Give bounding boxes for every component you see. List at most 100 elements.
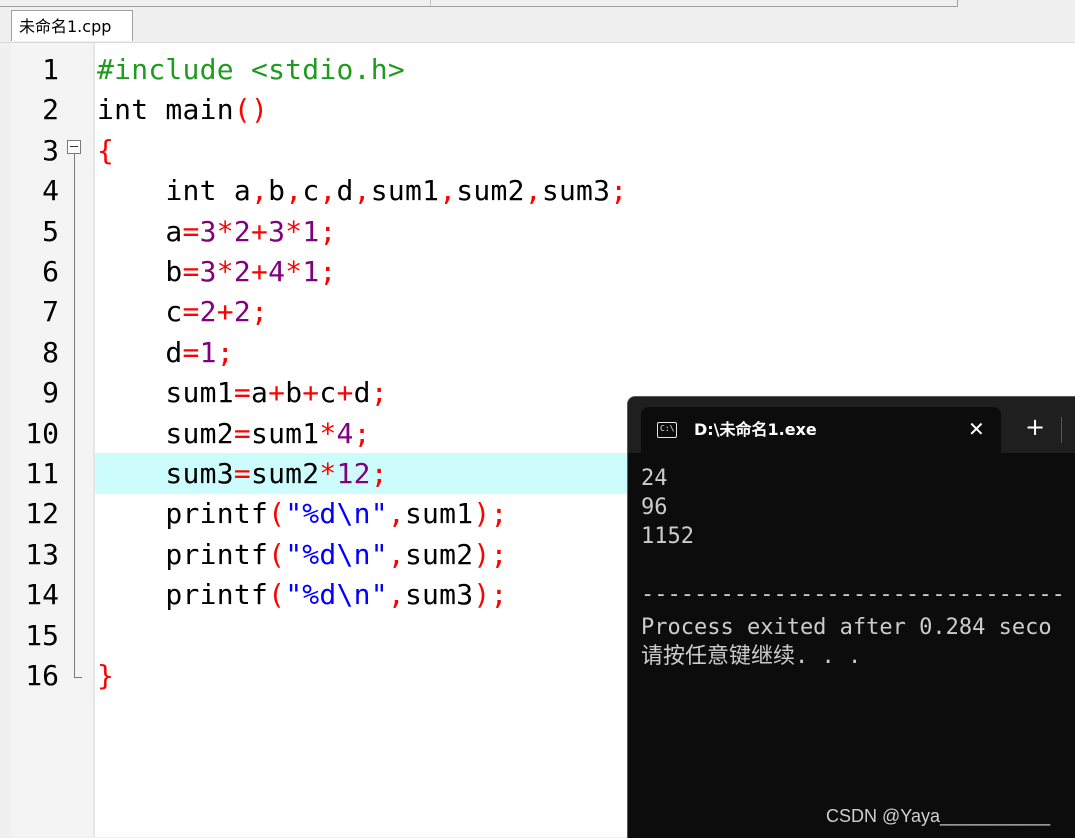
code-token: = <box>233 376 251 410</box>
code-line[interactable]: printf("%d\n",sum2); <box>97 535 508 575</box>
code-token: 1 <box>302 255 320 288</box>
line-number: 9 <box>42 376 59 410</box>
code-token: 2 <box>233 255 251 288</box>
code-token: ; <box>353 416 371 450</box>
code-token: a <box>250 376 269 410</box>
code-token: int <box>165 174 217 208</box>
code-token: c <box>97 295 183 329</box>
code-token: = <box>233 416 251 450</box>
code-token: 4 <box>336 416 354 450</box>
line-number: 15 <box>25 618 59 652</box>
line-number: 8 <box>42 335 59 369</box>
top-separator <box>430 0 431 6</box>
close-icon[interactable]: ✕ <box>968 417 985 441</box>
top-divider-cap <box>957 0 958 7</box>
watermark-text: CSDN @Yaya___________ <box>826 806 1051 826</box>
code-token: } <box>97 659 115 692</box>
code-token: sum1 <box>370 174 440 208</box>
code-token: sum2 <box>250 457 320 490</box>
code-token: sum2 <box>404 537 474 571</box>
console-output-line: 请按任意键继续. . . <box>641 644 862 669</box>
code-token: = <box>182 255 200 288</box>
code-line[interactable]: int main() <box>97 90 268 130</box>
code-token: "%d\n" <box>285 578 388 612</box>
code-token: sum2 <box>456 174 525 208</box>
line-number: 5 <box>42 214 59 248</box>
code-line[interactable]: printf("%d\n",sum1); <box>97 494 508 534</box>
code-token: 3 <box>268 214 286 248</box>
minus-box-icon[interactable] <box>67 140 81 154</box>
code-token: c <box>319 376 337 410</box>
code-token: #include <stdio.h> <box>97 53 405 86</box>
code-token: d <box>353 376 371 410</box>
code-line[interactable]: int a,b,c,d,sum1,sum2,sum3; <box>97 171 627 211</box>
code-token: ); <box>473 497 508 531</box>
code-token: , <box>524 174 542 208</box>
code-token: printf <box>97 578 269 612</box>
code-token: , <box>387 578 405 612</box>
code-token: , <box>353 174 371 208</box>
code-token: ); <box>473 578 508 612</box>
code-line[interactable]: b=3*2+4*1; <box>97 252 337 292</box>
code-token: 4 <box>268 255 286 288</box>
line-number: 12 <box>25 497 59 531</box>
code-token: ( <box>268 537 286 571</box>
code-token: * <box>285 255 303 288</box>
file-tab[interactable]: 未命名1.cpp <box>11 10 133 41</box>
file-tab-label: 未命名1.cpp <box>19 17 112 36</box>
code-token: ( <box>268 497 286 531</box>
code-line[interactable]: a=3*2+3*1; <box>97 212 337 252</box>
code-token: 1 <box>199 335 217 369</box>
code-line[interactable]: #include <stdio.h> <box>97 50 405 90</box>
console-tab[interactable]: C:\ D:\未命名1.exe ✕ <box>641 407 1001 453</box>
console-output-line: 24 <box>641 466 668 491</box>
code-line[interactable]: sum3=sum2*12; <box>97 454 388 494</box>
code-line[interactable]: d=1; <box>97 333 234 373</box>
code-token: main <box>148 93 234 127</box>
code-line[interactable]: sum2=sum1*4; <box>97 414 371 454</box>
code-token: ; <box>370 457 388 490</box>
code-token: 3 <box>199 214 217 248</box>
code-token: , <box>319 174 337 208</box>
code-token: , <box>250 174 269 208</box>
code-token: = <box>182 335 200 369</box>
code-token: + <box>268 376 286 410</box>
code-token: b <box>285 376 303 410</box>
code-token: + <box>302 376 320 410</box>
code-line[interactable]: printf("%d\n",sum3); <box>97 575 508 615</box>
plus-icon[interactable]: + <box>1025 414 1045 440</box>
code-token: "%d\n" <box>285 497 388 531</box>
console-output-line: Process exited after 0.284 seco <box>641 615 1052 640</box>
line-number: 14 <box>25 578 59 612</box>
code-token: 2 <box>233 214 251 248</box>
code-line[interactable]: } <box>97 656 114 696</box>
code-token: + <box>250 214 269 248</box>
code-token: * <box>319 416 337 450</box>
code-token: int <box>97 93 149 127</box>
line-number-gutter: 1 2 3 4 5 6 7 8 9 10 11 12 13 14 15 16 <box>11 43 93 837</box>
code-line[interactable]: c=2+2; <box>97 292 268 332</box>
terminal-icon-glyph: C:\ <box>660 424 675 433</box>
code-token: , <box>285 174 303 208</box>
code-token: * <box>216 214 234 248</box>
code-line[interactable]: { <box>97 131 114 171</box>
code-token: { <box>97 133 115 167</box>
code-line[interactable]: sum1=a+b+c+d; <box>97 373 388 413</box>
console-window[interactable]: C:\ D:\未命名1.exe ✕ + 24 96 1152 ------------… <box>627 396 1075 838</box>
code-token: = <box>182 295 200 329</box>
top-divider <box>0 6 958 7</box>
line-number: 13 <box>25 537 59 571</box>
console-output-line: -------------------------------- <box>641 582 1065 607</box>
code-token: ; <box>370 376 388 410</box>
line-number: 2 <box>42 93 59 127</box>
code-token: a <box>97 214 183 248</box>
code-token: 2 <box>199 295 217 329</box>
code-token: 2 <box>233 295 251 329</box>
code-token: sum3 <box>97 457 234 490</box>
code-token: () <box>233 93 269 127</box>
window-top-strip <box>0 0 1075 8</box>
code-token: sum3 <box>404 578 474 612</box>
code-token: sum1 <box>97 376 234 410</box>
code-token: b <box>97 255 183 288</box>
